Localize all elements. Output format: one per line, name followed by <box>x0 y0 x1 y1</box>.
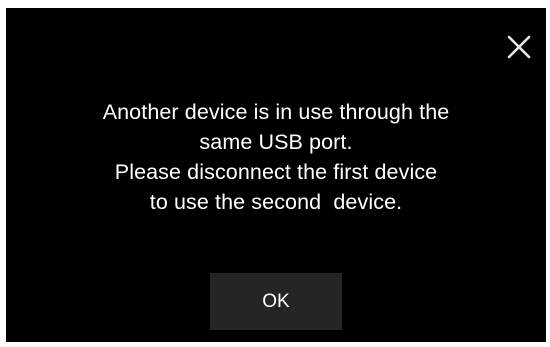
screen: Another device is in use through the sam… <box>0 0 550 347</box>
message-line: to use the second device. <box>149 190 403 214</box>
message-line: same USB port. <box>199 130 353 154</box>
usb-conflict-dialog: Another device is in use through the sam… <box>6 8 546 342</box>
ok-button[interactable]: OK <box>210 273 342 330</box>
message-line: Please disconnect the first device <box>114 160 438 184</box>
close-icon <box>507 35 531 59</box>
message-line: Another device is in use through the <box>102 100 450 124</box>
ok-button-label: OK <box>262 290 290 312</box>
close-button[interactable] <box>505 33 533 61</box>
dialog-message: Another device is in use through the sam… <box>6 97 546 217</box>
